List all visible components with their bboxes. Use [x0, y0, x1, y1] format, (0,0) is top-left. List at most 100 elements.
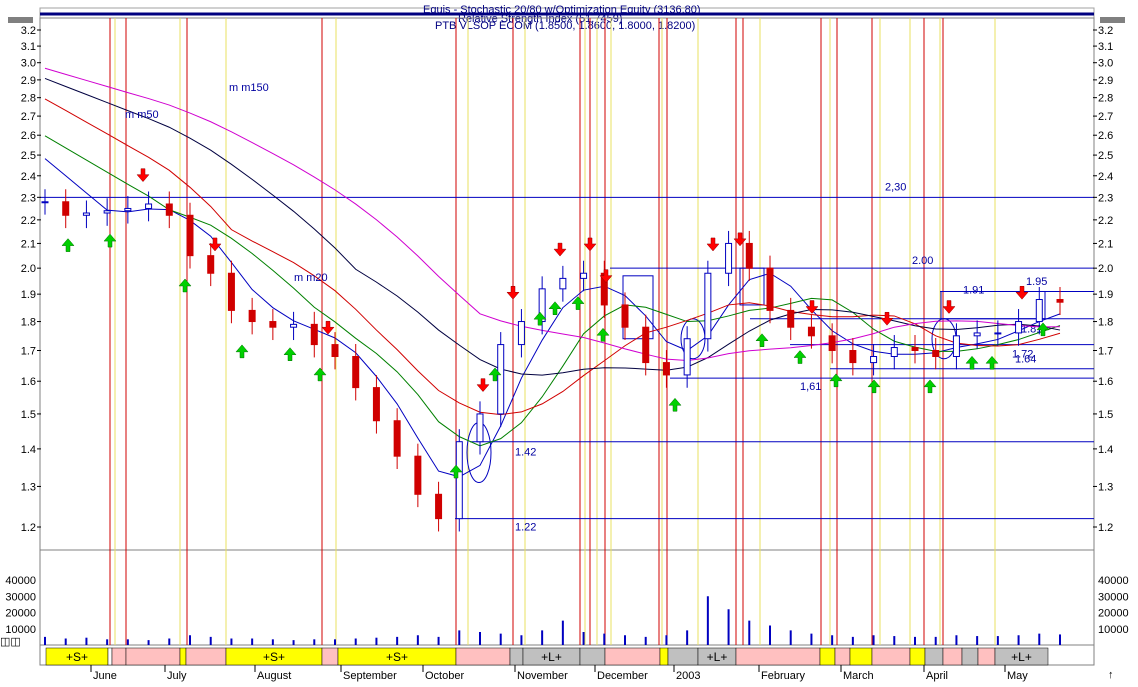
candle-body	[580, 272, 588, 279]
price-tick-label: 1.6	[1098, 376, 1113, 388]
header-line-3: PTB VLSOP ECOM (1.8500, 1.8600, 1.8000, …	[435, 20, 695, 32]
month-label: March	[843, 670, 874, 682]
price-tick-label: 1.2	[1098, 522, 1113, 534]
candle-body	[807, 326, 815, 337]
month-label: February	[761, 670, 806, 682]
band-label: +S+	[263, 650, 285, 664]
chart-canvas: Equis - Stochastic 20/80 w/Optimization …	[0, 0, 1138, 682]
price-tick-label: 2.7	[21, 111, 36, 123]
candle-body	[828, 335, 836, 352]
price-tick-label: 1.8	[21, 317, 36, 329]
price-tick-label: 2.3	[1098, 192, 1113, 204]
price-tick-label: 1.7	[1098, 346, 1113, 358]
candle-body	[455, 441, 463, 520]
candle-body	[952, 335, 960, 358]
candle-body	[393, 420, 401, 457]
price-tick-label: 2.9	[1098, 75, 1113, 87]
month-label: December	[597, 670, 648, 682]
candle-body	[62, 201, 70, 216]
candle-body	[124, 207, 132, 212]
level-label: 1,61	[800, 381, 821, 393]
candle-body	[642, 326, 650, 364]
candle-body	[745, 242, 753, 269]
price-tick-label: 2.1	[21, 238, 36, 250]
price-tick-label: 2.2	[1098, 215, 1113, 227]
candle-body	[103, 210, 111, 214]
price-tick-label: 1.8	[1098, 317, 1113, 329]
stock-chart: Equis - Stochastic 20/80 w/Optimization …	[0, 0, 1138, 682]
candle-body	[414, 455, 422, 495]
band-segment	[107, 647, 113, 666]
candle-body	[890, 347, 898, 358]
candle-body	[559, 277, 567, 290]
candle-body	[372, 387, 380, 422]
candle-body	[497, 344, 505, 415]
price-tick-label: 2.4	[21, 171, 36, 183]
price-tick-label: 2.5	[21, 150, 36, 162]
price-tick-label: 2.9	[21, 75, 36, 87]
candle-body	[683, 338, 691, 376]
candle-body	[994, 332, 1002, 335]
candle-body	[1056, 299, 1064, 303]
month-label: April	[926, 670, 948, 682]
band-segment	[179, 647, 187, 666]
price-tick-label: 2.5	[1098, 150, 1113, 162]
month-label: June	[93, 670, 117, 682]
volume-tick-label: 40000	[1098, 575, 1129, 587]
band-segment	[942, 647, 963, 666]
candle-body	[766, 267, 774, 311]
band-segment	[819, 647, 836, 666]
candle-body	[435, 493, 443, 520]
price-tick-label: 3.2	[1098, 25, 1113, 37]
volume-tick-label: 10000	[1098, 624, 1129, 636]
volume-tick-label: 30000	[5, 591, 36, 603]
price-tick-label: 3.2	[21, 25, 36, 37]
volume-tick-label: 30000	[1098, 591, 1129, 603]
band-segment	[735, 647, 821, 666]
band-label: +L+	[541, 650, 562, 664]
price-tick-label: 1.3	[21, 481, 36, 493]
month-label: May	[1007, 670, 1028, 682]
level-label: 1.22	[515, 522, 536, 534]
ma-label-mm150: m m150	[229, 82, 269, 94]
signal-band: +S+ +S+ +S+ +L+ +L+ +L+	[45, 647, 1049, 666]
price-tick-label: 2.6	[1098, 130, 1113, 142]
price-tick-label: 1.2	[21, 522, 36, 534]
scroll-right-handle[interactable]	[1100, 17, 1125, 23]
volume-scale-icon: ◫◫	[0, 636, 21, 648]
month-label: July	[167, 670, 187, 682]
candle-body	[310, 323, 318, 346]
scroll-up-icon[interactable]: ↑	[1108, 669, 1114, 681]
candle-body	[145, 203, 153, 209]
month-label: November	[517, 670, 568, 682]
candle-body	[186, 214, 194, 257]
candle-body	[290, 323, 298, 328]
candle-body	[248, 309, 256, 323]
price-tick-label: 2.0	[1098, 263, 1113, 275]
candle-body	[911, 347, 919, 352]
price-tick-label: 1.4	[21, 444, 36, 456]
month-label: October	[425, 670, 464, 682]
scroll-left-handle[interactable]	[8, 17, 33, 23]
level-label: 1.95	[1026, 276, 1047, 288]
price-tick-label: 1.7	[21, 346, 36, 358]
band-segment	[849, 647, 873, 666]
price-tick-label: 2.8	[21, 93, 36, 105]
candle-body	[41, 201, 49, 204]
candle-body	[932, 350, 940, 358]
price-tick-label: 3.0	[21, 58, 36, 70]
band-segment	[579, 647, 606, 666]
candle-body	[269, 321, 277, 328]
price-tick-label: 2.8	[1098, 93, 1113, 105]
candle-body	[870, 356, 878, 364]
band-segment	[909, 647, 926, 666]
ma-label-mm50: m m50	[125, 109, 159, 121]
candle-body	[621, 304, 629, 328]
candle-body	[352, 356, 360, 389]
price-tick-label: 1.5	[21, 409, 36, 421]
price-tick-label: 3.1	[21, 41, 36, 53]
band-segment	[604, 647, 661, 666]
band-segment	[924, 647, 944, 666]
price-tick-label: 1.5	[1098, 409, 1113, 421]
price-tick-label: 2.4	[1098, 171, 1113, 183]
